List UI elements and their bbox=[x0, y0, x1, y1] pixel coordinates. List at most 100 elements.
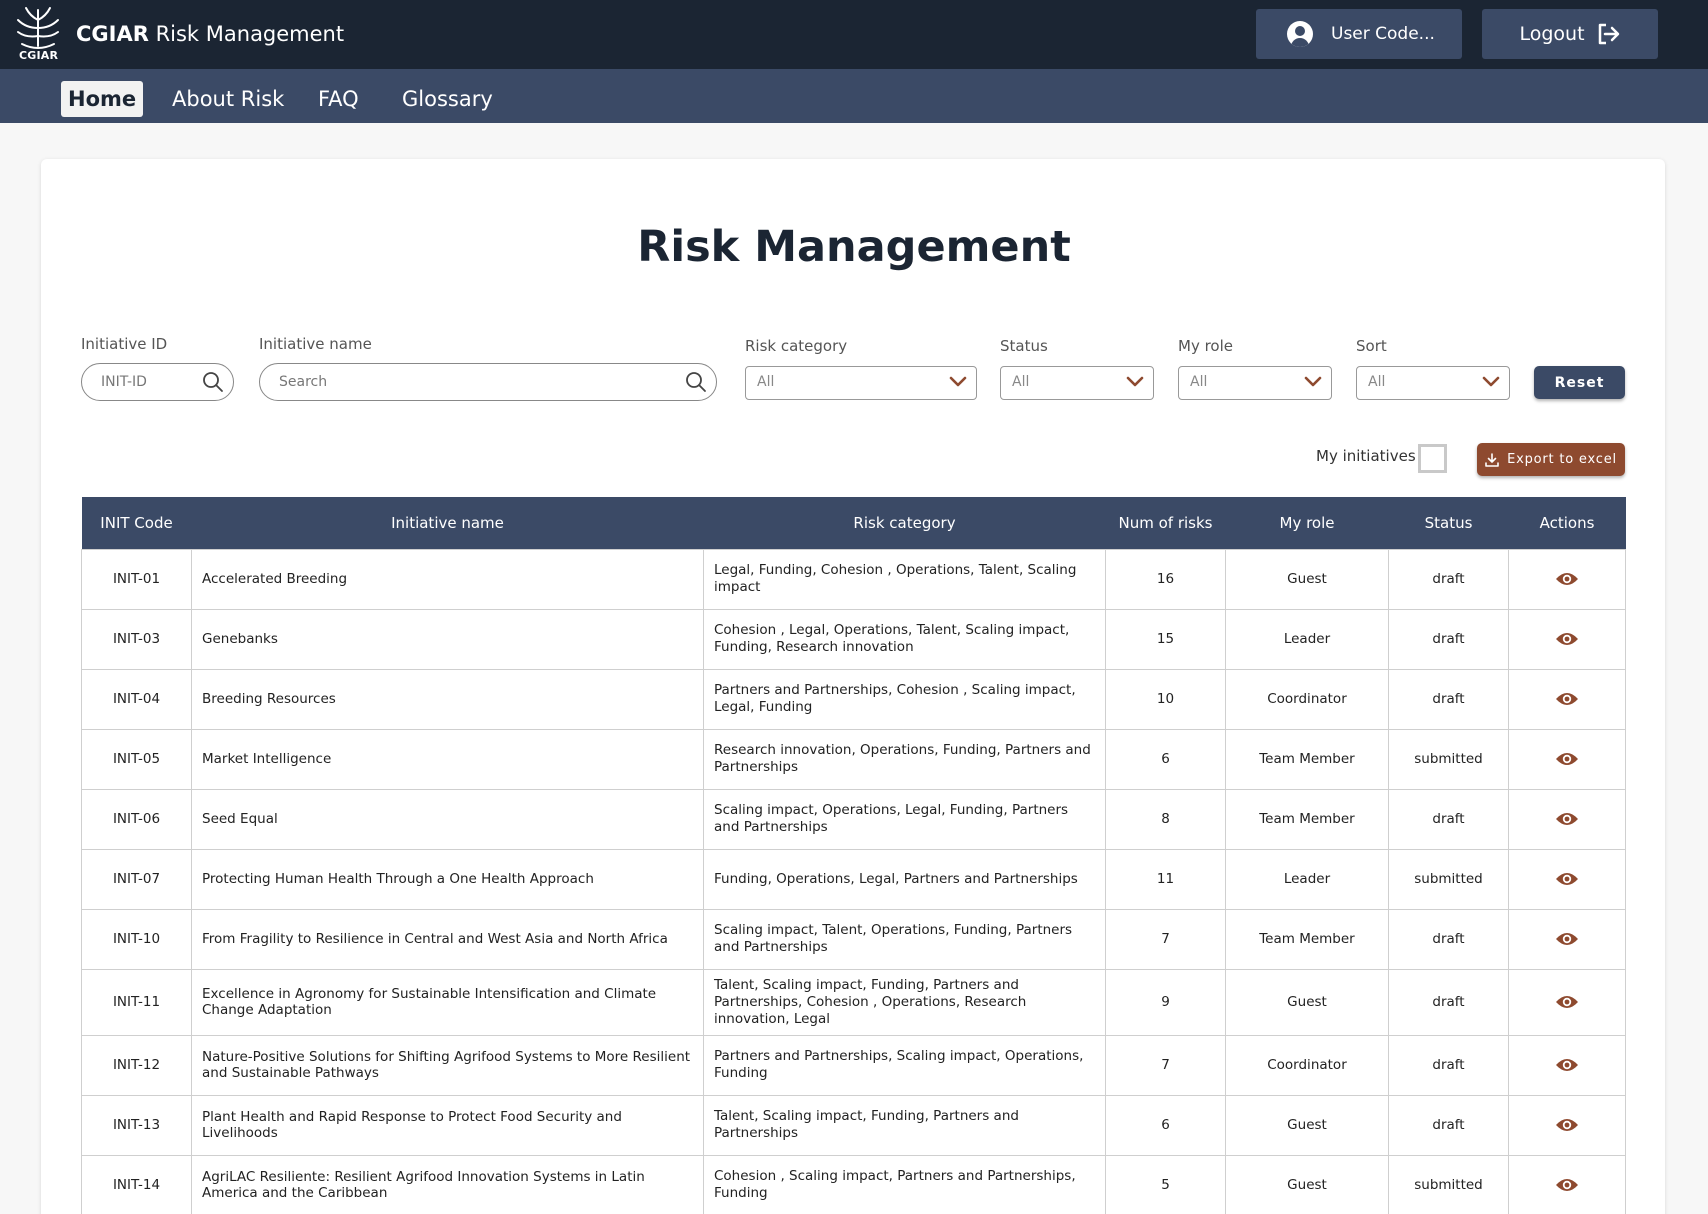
eye-icon[interactable] bbox=[1555, 1177, 1579, 1193]
table-row: INIT-13 Plant Health and Rapid Response … bbox=[81, 1094, 1626, 1156]
nav-item-faq[interactable]: FAQ bbox=[311, 81, 366, 117]
cell-num: 16 bbox=[1105, 548, 1226, 610]
cell-name: Plant Health and Rapid Response to Prote… bbox=[191, 1094, 704, 1156]
logout-button[interactable]: Logout bbox=[1482, 9, 1658, 59]
header-my-role[interactable]: My role bbox=[1225, 497, 1389, 549]
download-icon bbox=[1485, 452, 1499, 467]
nav-item-home[interactable]: Home bbox=[61, 81, 144, 117]
nav-item-glossary[interactable]: Glossary bbox=[395, 81, 500, 117]
cell-role: Guest bbox=[1225, 968, 1389, 1036]
cell-code: INIT-07 bbox=[81, 848, 192, 910]
cell-actions bbox=[1508, 848, 1626, 910]
cell-actions bbox=[1508, 608, 1626, 670]
my-role-select[interactable]: All bbox=[1178, 366, 1332, 400]
cell-status: draft bbox=[1388, 1034, 1509, 1096]
cell-code: INIT-06 bbox=[81, 788, 192, 850]
cell-num: 7 bbox=[1105, 1034, 1226, 1096]
cell-name: Nature-Positive Solutions for Shifting A… bbox=[191, 1034, 704, 1096]
reset-button[interactable]: Reset bbox=[1534, 366, 1625, 399]
cell-role: Guest bbox=[1225, 1094, 1389, 1156]
search-icon[interactable] bbox=[202, 371, 224, 393]
initiative-id-input[interactable] bbox=[101, 364, 192, 399]
cell-risk: Funding, Operations, Legal, Partners and… bbox=[703, 848, 1106, 910]
eye-icon[interactable] bbox=[1555, 811, 1579, 827]
eye-icon[interactable] bbox=[1555, 691, 1579, 707]
cell-name: Breeding Resources bbox=[191, 668, 704, 730]
cell-actions bbox=[1508, 668, 1626, 730]
cell-actions bbox=[1508, 908, 1626, 970]
table-row: INIT-12 Nature-Positive Solutions for Sh… bbox=[81, 1034, 1626, 1096]
page-title: Risk Management bbox=[637, 222, 1071, 272]
cell-role: Team Member bbox=[1225, 908, 1389, 970]
status-select[interactable]: All bbox=[1000, 366, 1154, 400]
sort-value: All bbox=[1368, 374, 1386, 390]
cell-num: 15 bbox=[1105, 608, 1226, 670]
risk-category-select[interactable]: All bbox=[745, 366, 977, 400]
user-avatar-icon bbox=[1287, 21, 1313, 47]
cell-risk: Talent, Scaling impact, Funding, Partner… bbox=[703, 1094, 1106, 1156]
cell-risk: Scaling impact, Talent, Operations, Fund… bbox=[703, 908, 1106, 970]
cell-status: draft bbox=[1388, 908, 1509, 970]
cell-code: INIT-05 bbox=[81, 728, 192, 790]
nav-item-about-risk[interactable]: About Risk bbox=[165, 81, 291, 117]
cell-num: 11 bbox=[1105, 848, 1226, 910]
cell-status: draft bbox=[1388, 668, 1509, 730]
cell-num: 9 bbox=[1105, 968, 1226, 1036]
chevron-down-icon bbox=[1304, 376, 1322, 387]
initiative-name-label: Initiative name bbox=[259, 335, 372, 353]
eye-icon[interactable] bbox=[1555, 751, 1579, 767]
cell-num: 8 bbox=[1105, 788, 1226, 850]
cell-actions bbox=[1508, 968, 1626, 1036]
header-num-risks[interactable]: Num of risks bbox=[1105, 497, 1226, 549]
cell-risk: Talent, Scaling impact, Funding, Partner… bbox=[703, 968, 1106, 1036]
my-initiatives-checkbox[interactable] bbox=[1418, 444, 1447, 473]
initiative-name-input[interactable] bbox=[279, 364, 675, 399]
header-risk-category[interactable]: Risk category bbox=[703, 497, 1106, 549]
initiative-id-label: Initiative ID bbox=[81, 335, 168, 353]
export-excel-button[interactable]: Export to excel bbox=[1477, 443, 1625, 476]
cell-status: draft bbox=[1388, 1094, 1509, 1156]
cell-name: Market Intelligence bbox=[191, 728, 704, 790]
cell-code: INIT-04 bbox=[81, 668, 192, 730]
cell-role: Leader bbox=[1225, 608, 1389, 670]
cell-code: INIT-13 bbox=[81, 1094, 192, 1156]
cell-role: Leader bbox=[1225, 848, 1389, 910]
eye-icon[interactable] bbox=[1555, 1057, 1579, 1073]
eye-icon[interactable] bbox=[1555, 871, 1579, 887]
cell-risk: Cohesion , Legal, Operations, Talent, Sc… bbox=[703, 608, 1106, 670]
logout-label: Logout bbox=[1519, 23, 1585, 45]
cell-num: 6 bbox=[1105, 1094, 1226, 1156]
table-row: INIT-11 Excellence in Agronomy for Susta… bbox=[81, 968, 1626, 1036]
cell-name: Genebanks bbox=[191, 608, 704, 670]
cell-actions bbox=[1508, 1154, 1626, 1214]
status-value: All bbox=[1012, 374, 1030, 390]
sort-select[interactable]: All bbox=[1356, 366, 1510, 400]
eye-icon[interactable] bbox=[1555, 571, 1579, 587]
cell-risk: Legal, Funding, Cohesion , Operations, T… bbox=[703, 548, 1106, 610]
user-button[interactable]: User Code... bbox=[1256, 9, 1462, 59]
cell-actions bbox=[1508, 1094, 1626, 1156]
header-initiative-name[interactable]: Initiative name bbox=[191, 497, 704, 549]
initiative-name-search bbox=[259, 363, 717, 401]
header-init-code[interactable]: INIT Code bbox=[81, 497, 192, 549]
header-status[interactable]: Status bbox=[1388, 497, 1509, 549]
eye-icon[interactable] bbox=[1555, 631, 1579, 647]
cell-status: submitted bbox=[1388, 848, 1509, 910]
initiatives-table: INIT Code Initiative name Risk category … bbox=[81, 497, 1626, 1214]
cell-status: submitted bbox=[1388, 728, 1509, 790]
chevron-down-icon bbox=[1482, 376, 1500, 387]
user-label: User Code... bbox=[1331, 24, 1435, 44]
cell-actions bbox=[1508, 788, 1626, 850]
cell-role: Coordinator bbox=[1225, 1034, 1389, 1096]
export-label: Export to excel bbox=[1507, 452, 1617, 467]
eye-icon[interactable] bbox=[1555, 994, 1579, 1010]
eye-icon[interactable] bbox=[1555, 1117, 1579, 1133]
search-icon[interactable] bbox=[685, 371, 707, 393]
initiative-id-search bbox=[81, 363, 234, 401]
cell-name: AgriLAC Resiliente: Resilient Agrifood I… bbox=[191, 1154, 704, 1214]
cell-status: draft bbox=[1388, 608, 1509, 670]
logout-icon bbox=[1598, 23, 1619, 45]
nav-bar: Home About Risk FAQ Glossary bbox=[0, 69, 1708, 123]
eye-icon[interactable] bbox=[1555, 931, 1579, 947]
cell-name: From Fragility to Resilience in Central … bbox=[191, 908, 704, 970]
